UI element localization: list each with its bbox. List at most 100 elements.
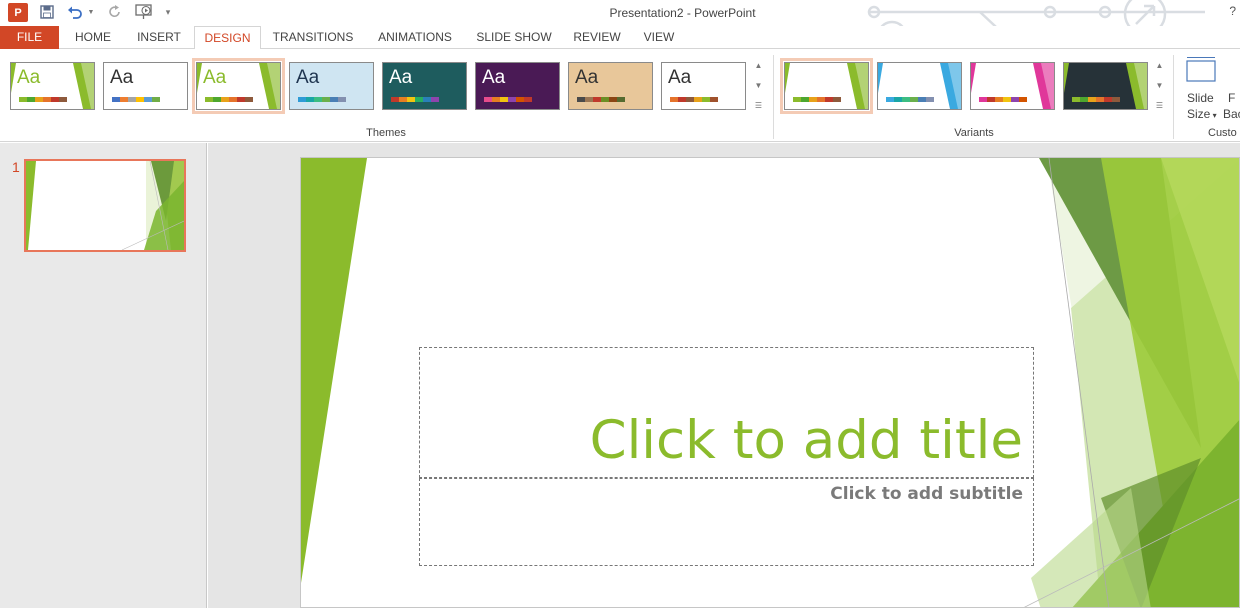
theme-sample-text: Aa [482, 67, 506, 88]
color-swatch [910, 97, 918, 102]
tab-design[interactable]: DESIGN [194, 26, 261, 50]
color-swatch [391, 97, 399, 102]
theme-thumbnail[interactable]: Aa [289, 62, 374, 110]
themes-group-label: Themes [366, 127, 406, 139]
theme-thumbnail[interactable]: Aa [103, 62, 188, 110]
variant-thumbnail[interactable] [877, 62, 962, 110]
color-swatch [221, 97, 229, 102]
color-swatch [995, 97, 1003, 102]
color-swatch [617, 97, 625, 102]
variant-accent-graphic [971, 63, 1054, 109]
color-swatch [1096, 97, 1104, 102]
variant-thumbnail[interactable] [780, 58, 873, 114]
variant-thumbnail[interactable] [1063, 62, 1148, 110]
color-swatch [152, 97, 160, 102]
slide-thumbnail[interactable] [24, 159, 186, 252]
theme-thumbnail[interactable]: Aa [382, 62, 467, 110]
color-swatch [431, 97, 439, 102]
color-swatch [825, 97, 833, 102]
tab-review[interactable]: REVIEW [566, 26, 628, 49]
color-swatch [1104, 97, 1112, 102]
slide-number: 1 [12, 159, 20, 175]
color-swatch [1011, 97, 1019, 102]
format-background-label[interactable]: Bac [1223, 107, 1240, 121]
theme-color-bars [298, 97, 346, 102]
ribbon-separator [773, 55, 774, 139]
color-swatch [1003, 97, 1011, 102]
themes-scroll-down-icon[interactable]: ▼ [752, 78, 765, 94]
design-ribbon: Aa Aa Aa Aa Aa Aa Aa Aa ▲ ▼ ☰ Themes ▲ ▼ ☰ Vari… [0, 49, 1240, 142]
color-swatch [902, 97, 910, 102]
color-swatch [35, 97, 43, 102]
ribbon-separator [1173, 55, 1174, 139]
tab-slide-show[interactable]: SLIDE SHOW [472, 26, 556, 49]
color-swatch [918, 97, 926, 102]
color-swatch [801, 97, 809, 102]
color-swatch [601, 97, 609, 102]
color-swatch [508, 97, 516, 102]
slide-size-button[interactable]: Slide Size ▾ [1182, 55, 1222, 121]
format-background-label[interactable]: F [1228, 91, 1235, 105]
color-swatch [415, 97, 423, 102]
tab-insert[interactable]: INSERT [129, 26, 189, 49]
color-swatch [694, 97, 702, 102]
variant-thumbnail[interactable] [970, 62, 1055, 110]
theme-sample-text: Aa [389, 67, 413, 88]
slides-pane: 1 [0, 143, 207, 608]
variants-scroll-down-icon[interactable]: ▼ [1153, 78, 1166, 94]
color-swatch [524, 97, 532, 102]
variant-accent-graphic [1064, 63, 1147, 109]
color-swatch [128, 97, 136, 102]
title-placeholder[interactable]: Click to add title [419, 347, 1034, 478]
tab-file[interactable]: FILE [0, 26, 59, 49]
theme-color-bars [484, 97, 532, 102]
variants-group-label: Variants [954, 127, 994, 139]
color-swatch [245, 97, 253, 102]
theme-sample-text: Aa [575, 67, 599, 88]
color-swatch [59, 97, 67, 102]
theme-sample-text: Aa [17, 67, 41, 88]
slide-thumbnail-graphic [26, 161, 184, 250]
theme-thumbnail[interactable]: Aa [661, 62, 746, 110]
customize-group-label: Custo [1208, 127, 1237, 139]
tab-animations[interactable]: ANIMATIONS [368, 26, 462, 49]
color-swatch [306, 97, 314, 102]
tab-transitions[interactable]: TRANSITIONS [266, 26, 360, 49]
color-swatch [484, 97, 492, 102]
color-swatch [686, 97, 694, 102]
color-swatch [1112, 97, 1120, 102]
variants-scroll-up-icon[interactable]: ▲ [1153, 58, 1166, 74]
color-swatch [710, 97, 718, 102]
color-swatch [678, 97, 686, 102]
theme-color-bars [670, 97, 718, 102]
color-swatch [136, 97, 144, 102]
theme-color-bars [112, 97, 160, 102]
color-swatch [1080, 97, 1088, 102]
variant-color-bars [886, 97, 934, 102]
color-swatch [809, 97, 817, 102]
themes-more-icon[interactable]: ☰ [752, 98, 765, 114]
tab-home[interactable]: HOME [64, 26, 122, 49]
theme-thumbnail[interactable]: Aa [10, 62, 95, 110]
variant-color-bars [979, 97, 1027, 102]
color-swatch [407, 97, 415, 102]
slide[interactable]: Click to add title Click to add subtitle [300, 157, 1240, 608]
theme-thumbnail[interactable]: Aa [192, 58, 285, 114]
variants-more-icon[interactable]: ☰ [1153, 98, 1166, 114]
color-swatch [112, 97, 120, 102]
theme-sample-text: Aa [110, 67, 134, 88]
color-swatch [51, 97, 59, 102]
color-swatch [577, 97, 585, 102]
subtitle-placeholder[interactable]: Click to add subtitle [419, 478, 1034, 566]
help-button[interactable]: ? [1229, 4, 1236, 18]
theme-thumbnail[interactable]: Aa [475, 62, 560, 110]
color-swatch [1019, 97, 1027, 102]
color-swatch [237, 97, 245, 102]
color-swatch [492, 97, 500, 102]
theme-thumbnail[interactable]: Aa [568, 62, 653, 110]
theme-color-bars [19, 97, 67, 102]
color-swatch [229, 97, 237, 102]
tab-view[interactable]: VIEW [636, 26, 682, 49]
themes-scroll-up-icon[interactable]: ▲ [752, 58, 765, 74]
color-swatch [987, 97, 995, 102]
